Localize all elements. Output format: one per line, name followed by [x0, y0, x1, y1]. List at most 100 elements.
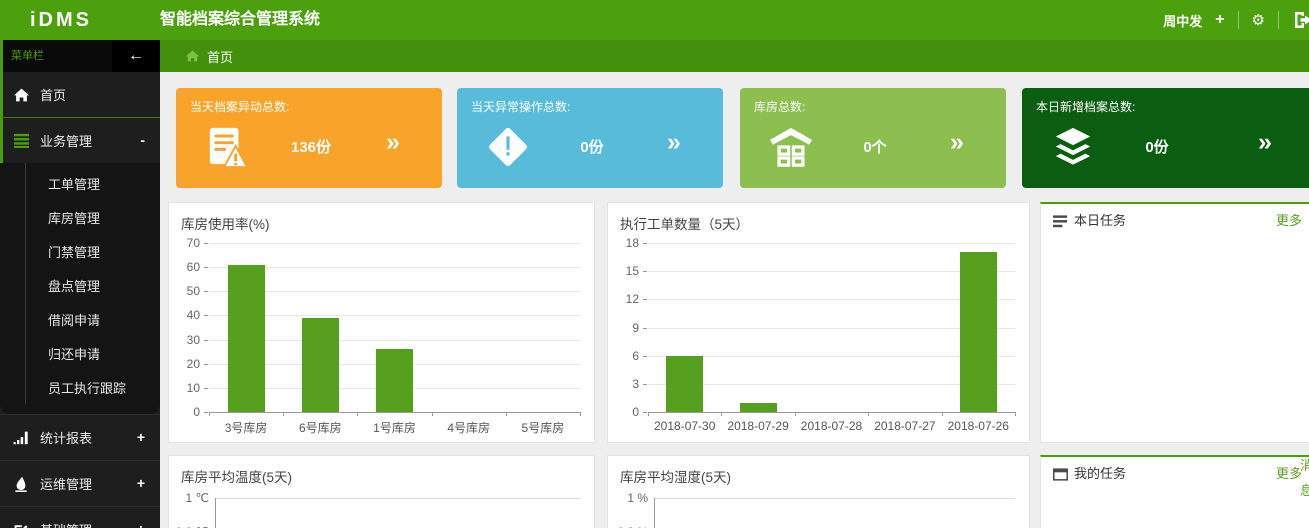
bar-2018-07-26[interactable]: [960, 252, 997, 412]
top-bar: iDMS 智能档案综合管理系统 周中发 + ⚙: [0, 0, 1309, 40]
collapse-minus: -: [140, 118, 145, 163]
expand-plus: +: [137, 461, 145, 506]
sidebar-subitem-access[interactable]: 门禁管理: [0, 236, 160, 270]
clipped-edge-text: 消 息: [1300, 453, 1309, 503]
sidebar-subitem-warehouse[interactable]: 库房管理: [0, 202, 160, 236]
business-submenu: 工单管理 库房管理 门禁管理 盘点管理 借阅申请 归还申请 员工执行跟踪: [0, 163, 160, 414]
x-tick-label: 2018-07-30: [648, 419, 721, 433]
y-axis-tick: [204, 340, 208, 341]
sidebar-collapse-button[interactable]: ←: [112, 40, 160, 72]
add-button[interactable]: +: [1215, 11, 1224, 29]
sidebar-item-label: 统计报表: [40, 428, 92, 447]
x-axis-tick: [209, 412, 210, 416]
y-tick-label: 40: [169, 308, 200, 322]
chart-title: 库房平均温度(5天): [181, 466, 292, 486]
bar-2018-07-30[interactable]: [666, 356, 703, 412]
y-axis-line: [654, 498, 655, 528]
stat-card-new-archives[interactable]: 本日新增档案总数: 0份 »: [1022, 88, 1309, 188]
sidebar-item-label: 业务管理: [40, 131, 92, 150]
grid-line: [209, 243, 580, 244]
panel-my-tasks: 我的任务 更多: [1040, 455, 1309, 528]
gear-icon[interactable]: ⚙: [1252, 13, 1265, 28]
diamond-exclamation-icon: [487, 124, 529, 170]
y-tick-label: 60: [169, 260, 200, 274]
grid-line: [648, 243, 1015, 244]
y-axis-tick: [643, 299, 647, 300]
sidebar-subitem-return[interactable]: 归还申请: [0, 338, 160, 372]
dashboard-screen: iDMS 智能档案综合管理系统 周中发 + ⚙ 菜单栏 ← 首页: [0, 0, 1309, 528]
stat-card-abnormal-ops[interactable]: 当天异常操作总数: 0份 »: [457, 88, 723, 188]
card-label: 本日新增档案总数:: [1036, 98, 1135, 115]
grid-line: [209, 291, 580, 292]
x-tick-label: 4号库房: [432, 419, 506, 436]
x-axis-tick: [721, 412, 722, 416]
y-tick-label: 1 %: [608, 491, 648, 505]
x-tick-label: 2018-07-27: [868, 419, 941, 433]
card-label: 当天异常操作总数:: [471, 98, 570, 115]
x-tick-label: 5号库房: [506, 419, 580, 436]
y-tick-label: 12: [608, 292, 639, 306]
y-tick-label: 30: [169, 333, 200, 347]
bar-1号库房[interactable]: [376, 349, 413, 412]
card-value: 0个: [810, 136, 940, 157]
app-logo: iDMS: [30, 0, 92, 40]
sidebar-subitem-borrow[interactable]: 借阅申请: [0, 304, 160, 338]
x-axis-line: [648, 412, 1015, 413]
y-tick-label: 6: [608, 349, 639, 363]
sidebar-subitem-inventory[interactable]: 盘点管理: [0, 270, 160, 304]
window-icon: [1053, 468, 1068, 481]
x-axis-tick: [432, 412, 433, 416]
stat-card-archive-changes[interactable]: 当天档案异动总数: 136份 »: [176, 88, 442, 188]
x-axis-tick: [283, 412, 284, 416]
card-label: 库房总数:: [754, 98, 805, 115]
menu-icon: [13, 133, 40, 148]
bar-2018-07-29[interactable]: [740, 403, 777, 412]
panel-title: 本日任务: [1074, 204, 1126, 238]
y-tick-label: 15: [608, 264, 639, 278]
x-axis-tick: [868, 412, 869, 416]
y-axis-tick: [643, 356, 647, 357]
sidebar-header: 菜单栏 ←: [0, 40, 160, 72]
x-axis-tick: [580, 412, 581, 416]
sidebar-item-business[interactable]: 业务管理 -: [0, 118, 160, 163]
divider: [1278, 11, 1279, 29]
x-axis-tick: [942, 412, 943, 416]
grid-line: [654, 498, 1015, 499]
sidebar-item-base[interactable]: 基础管理 +: [0, 506, 160, 528]
sign-out-icon[interactable]: [1292, 11, 1309, 29]
chevron-right-icon[interactable]: »: [667, 128, 681, 157]
more-link[interactable]: 更多: [1276, 457, 1302, 491]
sidebar-item-ops[interactable]: 运维管理 +: [0, 460, 160, 506]
x-tick-label: 2018-07-26: [942, 419, 1015, 433]
user-name[interactable]: 周中发: [1163, 11, 1202, 30]
bar-6号库房[interactable]: [302, 318, 339, 412]
warehouse-icon: [770, 124, 812, 170]
y-tick-label: 50: [169, 284, 200, 298]
y-axis-tick: [204, 243, 208, 244]
sidebar-item-stats[interactable]: 统计报表 +: [0, 414, 160, 460]
chevron-right-icon[interactable]: »: [386, 128, 400, 157]
sidebar-subitem-workorder[interactable]: 工单管理: [0, 168, 160, 202]
home-icon: [185, 49, 200, 63]
bar-3号库房[interactable]: [228, 265, 265, 412]
x-tick-label: 3号库房: [209, 419, 283, 436]
sidebar-subitem-tracking[interactable]: 员工执行跟踪: [0, 372, 160, 406]
chart-title: 执行工单数量（5天）: [620, 213, 749, 233]
x-tick-label: 2018-07-28: [795, 419, 868, 433]
x-tick-label: 1号库房: [357, 419, 431, 436]
y-tick-label: 20: [169, 357, 200, 371]
sidebar-title: 菜单栏: [11, 40, 44, 72]
sidebar-item-home[interactable]: 首页: [0, 72, 160, 118]
chevron-right-icon[interactable]: »: [950, 128, 964, 157]
more-link[interactable]: 更多: [1276, 204, 1302, 238]
y-axis-tick: [204, 412, 208, 413]
file-warning-icon: [206, 124, 248, 170]
panel-today-tasks: 本日任务 更多: [1040, 202, 1309, 443]
grid-line: [209, 267, 580, 268]
panel-header: 我的任务 更多: [1041, 457, 1309, 493]
chevron-right-icon[interactable]: »: [1258, 128, 1272, 157]
y-axis-tick: [204, 267, 208, 268]
stat-card-warehouse-total[interactable]: 库房总数: 0个 »: [740, 88, 1006, 188]
breadcrumb-current[interactable]: 首页: [207, 47, 233, 66]
panel-header: 本日任务 更多: [1041, 204, 1309, 240]
